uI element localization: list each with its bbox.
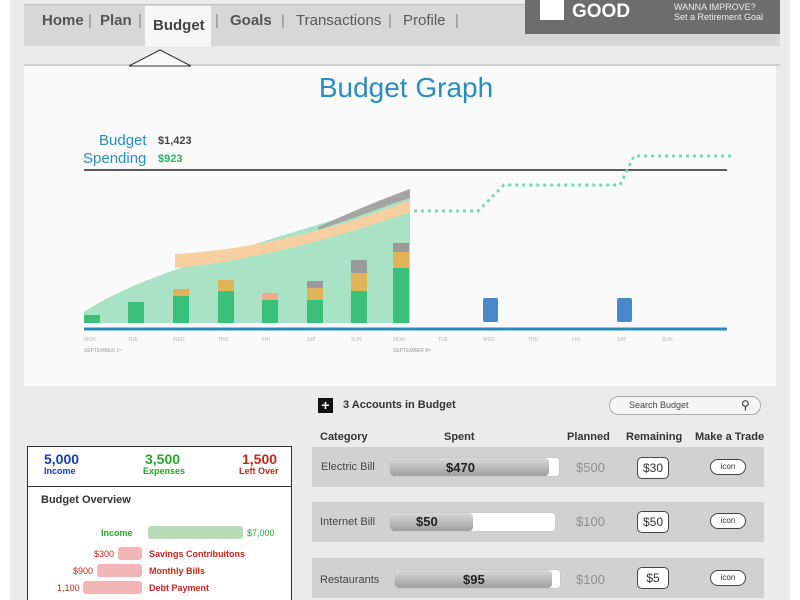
income-total-label: Income xyxy=(44,466,76,476)
spent-amount: $95 xyxy=(463,572,485,587)
day-label: SAT xyxy=(307,337,317,343)
overview-item-bar xyxy=(118,547,142,560)
remaining-amount: $30 xyxy=(637,457,669,479)
add-account-icon[interactable]: + xyxy=(318,398,333,413)
accounts-count-title: 3 Accounts in Budget xyxy=(343,399,456,411)
nav-separator: | xyxy=(281,12,285,29)
planned-amount: $100 xyxy=(576,572,605,587)
nav-separator: | xyxy=(455,12,459,29)
day-label: FRI xyxy=(262,337,271,343)
budget-legend-value: $1,423 xyxy=(158,135,192,147)
nav-profile[interactable]: Profile xyxy=(403,12,446,29)
overview-item-bar xyxy=(83,581,142,594)
remaining-amount: $50 xyxy=(637,511,669,533)
spent-progress-bar xyxy=(389,512,556,532)
overview-item-bar xyxy=(97,564,142,577)
expenses-total-label: Expenses xyxy=(143,466,186,476)
day-label: MON xyxy=(393,337,405,343)
column-header-trade: Make a Trade xyxy=(695,431,765,443)
day-label: FRI xyxy=(572,337,581,343)
nav-transactions[interactable]: Transactions xyxy=(296,12,381,29)
nav-separator: | xyxy=(88,12,92,29)
day-label: TUE xyxy=(128,337,138,343)
column-header-category: Category xyxy=(320,431,368,443)
leftover-total: 1,500 xyxy=(242,451,278,467)
day-label: THU xyxy=(218,337,229,343)
status-indicator xyxy=(540,0,564,20)
retirement-goal-link[interactable]: Set a Retirement Goal xyxy=(674,12,763,22)
column-header-spent: Spent xyxy=(444,431,475,443)
nav-separator: | xyxy=(138,12,142,29)
planned-amount: $100 xyxy=(576,514,605,529)
day-label: SUN xyxy=(662,337,673,343)
overview-income-value: $7,000 xyxy=(247,528,275,538)
day-label: SAT xyxy=(617,337,627,343)
column-header-planned: Planned xyxy=(567,431,610,443)
page-title: Budget Graph xyxy=(318,72,494,103)
improve-heading[interactable]: WANNA IMPROVE? xyxy=(674,2,756,12)
status-label: GOOD xyxy=(572,1,631,22)
budget-legend-label: Budget xyxy=(99,132,147,149)
remaining-amount: $5 xyxy=(637,567,669,589)
nav-separator: | xyxy=(215,12,219,29)
spending-legend-value: $923 xyxy=(158,153,183,165)
overview-item-amount: 1,100 xyxy=(57,583,80,593)
planned-amount: $500 xyxy=(576,460,605,475)
income-total: 5,000 xyxy=(44,451,80,467)
budget-overview-title: Budget Overview xyxy=(41,494,131,506)
trade-icon-button[interactable]: icon xyxy=(710,459,746,475)
day-label: MON xyxy=(84,337,96,343)
week-label: SEPTEMBER 1ˢᵗ xyxy=(84,348,122,354)
overview-income-label: Income xyxy=(101,528,133,538)
leftover-total-label: Left Over xyxy=(239,466,279,476)
search-icon[interactable]: ⚲ xyxy=(741,398,750,412)
nav-separator: | xyxy=(388,12,392,29)
nav-budget[interactable]: Budget xyxy=(153,17,205,34)
column-header-remaining: Remaining xyxy=(626,431,683,443)
day-label: WED xyxy=(173,337,185,343)
summary-divider xyxy=(27,486,292,487)
overview-item-label: Debt Payment xyxy=(149,583,210,593)
row-category: Internet Bill xyxy=(320,516,376,528)
nav-plan[interactable]: Plan xyxy=(100,12,132,29)
nav-goals[interactable]: Goals xyxy=(230,12,272,29)
day-label: SUN xyxy=(351,337,362,343)
expenses-total: 3,500 xyxy=(145,451,181,467)
nav-home[interactable]: Home xyxy=(42,12,84,29)
overview-item-amount: $300 xyxy=(94,549,115,559)
spent-amount: $50 xyxy=(416,514,438,529)
search-placeholder[interactable]: Search Budget xyxy=(629,400,689,410)
overview-item-amount: $900 xyxy=(73,566,94,576)
trade-icon-button[interactable]: icon xyxy=(710,570,746,586)
overview-item-label: Savings Contribuitons xyxy=(149,549,246,559)
overview-income-bar xyxy=(148,526,243,539)
day-label: TUE xyxy=(438,337,448,343)
spending-legend-label: Spending xyxy=(83,150,147,167)
day-label: WED xyxy=(483,337,495,343)
day-label: THU xyxy=(528,337,539,343)
trade-icon-button[interactable]: icon xyxy=(710,513,746,529)
spent-amount: $470 xyxy=(446,460,475,475)
overview-item-label: Monthly Bills xyxy=(149,566,205,576)
row-category: Electric Bill xyxy=(321,461,375,473)
nav-budget-active-tab[interactable]: Budget xyxy=(145,6,211,47)
week-label: SEPTEMBER 8ᵗʰ xyxy=(393,348,432,354)
row-category: Restaurants xyxy=(320,574,380,586)
